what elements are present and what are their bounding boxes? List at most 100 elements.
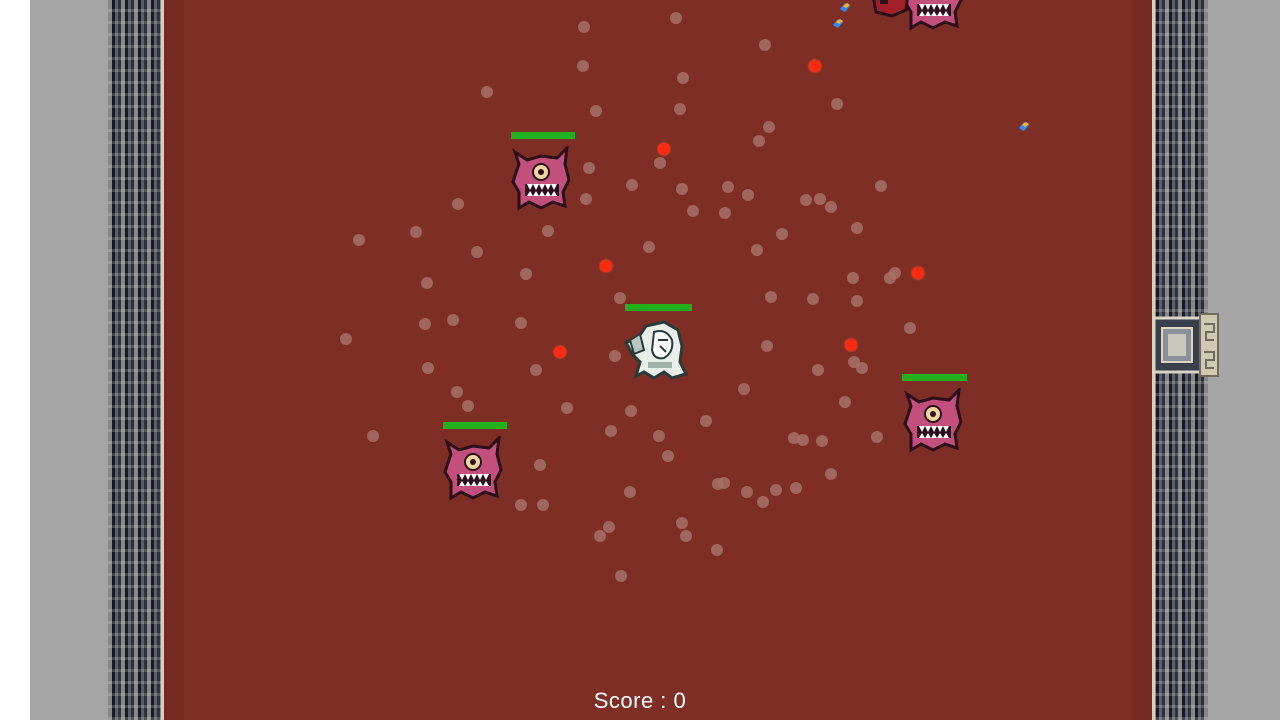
dust-particle (515, 499, 527, 511)
dust-particle (738, 383, 750, 395)
dust-particle (742, 189, 754, 201)
dust-particle (367, 430, 379, 442)
dust-particle (447, 314, 459, 326)
dust-particle (561, 402, 573, 414)
dust-particle (687, 205, 699, 217)
dust-particle (603, 521, 615, 533)
dust-particle (790, 482, 802, 494)
dust-particle (825, 468, 837, 480)
dust-particle (515, 317, 527, 329)
dungeon-door-icon[interactable] (1152, 312, 1220, 378)
cyclops-monster-icon[interactable] (903, 0, 965, 32)
dust-particle (851, 222, 863, 234)
dust-particle (770, 484, 782, 496)
dust-particle (580, 193, 592, 205)
dust-particle (753, 135, 765, 147)
gem-icon (833, 19, 843, 28)
dust-particle (578, 21, 590, 33)
cyclops-monster-icon[interactable] (903, 388, 965, 454)
dust-particle (889, 267, 901, 279)
dust-particle (722, 181, 734, 193)
dust-particle (700, 415, 712, 427)
dust-particle (751, 244, 763, 256)
dust-particle (759, 39, 771, 51)
dust-particle (831, 98, 843, 110)
dust-particle (825, 201, 837, 213)
dust-particle (711, 544, 723, 556)
dust-particle (662, 450, 674, 462)
dust-particle (421, 277, 433, 289)
enemy-health-bar (443, 422, 507, 429)
dust-particle (520, 268, 532, 280)
score-label: Score : 0 (593, 688, 687, 713)
dust-particle (471, 246, 483, 258)
dust-particle (814, 193, 826, 205)
dust-particle (609, 350, 621, 362)
cyclops-monster-icon[interactable] (443, 436, 505, 502)
enemy-bullet (845, 339, 857, 351)
enemy-health-bar (902, 374, 967, 381)
dust-particle (654, 157, 666, 169)
cyclops-monster-icon[interactable] (511, 146, 573, 212)
dust-particle (653, 430, 665, 442)
dust-particle (643, 241, 655, 253)
gem-icon (1019, 122, 1029, 131)
dust-particle (605, 425, 617, 437)
dust-particle (577, 60, 589, 72)
gem-icon (840, 3, 850, 12)
dust-particle (670, 12, 682, 24)
enemy-bullet (912, 267, 924, 279)
dust-particle (590, 105, 602, 117)
enemy-bullet (554, 346, 566, 358)
dust-particle (676, 517, 688, 529)
enemy-bullet (809, 60, 821, 72)
dust-particle (537, 499, 549, 511)
left-stone-wall (108, 0, 164, 720)
dust-particle (530, 364, 542, 376)
dust-particle (419, 318, 431, 330)
dust-particle (594, 530, 606, 542)
dust-particle (677, 72, 689, 84)
dust-particle (542, 225, 554, 237)
dust-particle (676, 183, 688, 195)
dust-particle (718, 477, 730, 489)
ghost-knight-icon[interactable] (624, 318, 690, 382)
dust-particle (340, 333, 352, 345)
dust-particle (875, 180, 887, 192)
dust-particle (452, 198, 464, 210)
dust-particle (534, 459, 546, 471)
dust-particle (583, 162, 595, 174)
dust-particle (763, 121, 775, 133)
dust-particle (816, 435, 828, 447)
dust-particle (871, 431, 883, 443)
dust-particle (741, 486, 753, 498)
player-health-bar (625, 304, 692, 311)
dust-particle (410, 226, 422, 238)
dust-particle (847, 272, 859, 284)
dust-particle (776, 228, 788, 240)
dust-particle (807, 293, 819, 305)
dust-particle (904, 322, 916, 334)
dust-particle (757, 496, 769, 508)
dust-particle (812, 364, 824, 376)
dust-particle (625, 405, 637, 417)
dust-particle (800, 194, 812, 206)
dust-particle (680, 530, 692, 542)
left-margin (30, 0, 108, 720)
dust-particle (614, 292, 626, 304)
dust-particle (765, 291, 777, 303)
enemy-health-bar (511, 132, 575, 139)
dust-particle (856, 362, 868, 374)
dust-particle (481, 86, 493, 98)
dust-particle (626, 179, 638, 191)
dust-particle (451, 386, 463, 398)
dust-particle (851, 295, 863, 307)
dust-particle (674, 103, 686, 115)
enemy-bullet (658, 143, 670, 155)
dust-particle (462, 400, 474, 412)
dust-particle (624, 486, 636, 498)
red-monster-icon[interactable] (868, 0, 912, 20)
enemy-bullet (600, 260, 612, 272)
dust-particle (615, 570, 627, 582)
dust-particle (797, 434, 809, 446)
